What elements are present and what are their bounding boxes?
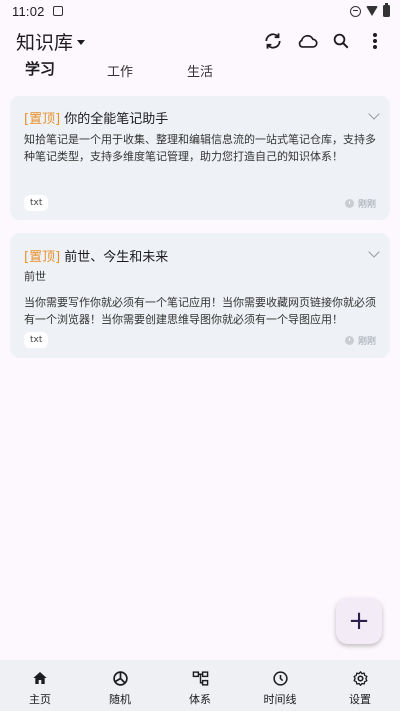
- nav-label: 随机: [109, 693, 131, 706]
- sync-button[interactable]: [262, 30, 284, 52]
- random-icon: [110, 668, 130, 688]
- note-time: 刚刚: [344, 197, 376, 210]
- status-bar: 11:02: [0, 0, 400, 22]
- nav-item-home[interactable]: 主页: [0, 660, 80, 711]
- status-time: 11:02: [12, 3, 45, 19]
- note-title: 前世、今生和未来: [64, 250, 169, 265]
- do-not-disturb-icon: [350, 5, 361, 17]
- app-bar: 知识库: [0, 26, 400, 56]
- note-title-row: [置顶] 前世、今生和未来: [24, 246, 168, 265]
- note-time-label: 刚刚: [357, 337, 376, 347]
- timeline-icon: [270, 668, 290, 688]
- cloud-icon: [298, 34, 318, 48]
- cloud-button[interactable]: [296, 30, 318, 52]
- note-card[interactable]: [置顶] 前世、今生和未来 前世 当你需要写作你就必须有一个笔记应用！当你需要收…: [10, 233, 390, 358]
- note-time-label: 刚刚: [357, 200, 376, 210]
- category-tabs: 学习 工作 生活: [0, 58, 400, 82]
- status-icons: [350, 3, 390, 17]
- library-title[interactable]: 知识库: [16, 28, 73, 55]
- tab-study[interactable]: 学习: [25, 58, 55, 79]
- note-title-row: [置顶] 你的全能笔记助手: [24, 108, 168, 127]
- nav-item-timeline[interactable]: 时间线: [240, 660, 320, 711]
- nav-item-random[interactable]: 随机: [80, 660, 160, 711]
- note-body: 知拾笔记是一个用于收集、整理和编辑信息流的一站式笔记仓库，支持多种笔记类型，支持…: [24, 133, 376, 163]
- add-note-button[interactable]: +: [336, 598, 382, 644]
- note-time: 刚刚: [344, 334, 376, 347]
- pin-badge: [置顶]: [24, 250, 61, 265]
- library-dropdown-icon[interactable]: [77, 39, 86, 45]
- note-card[interactable]: [置顶] 你的全能笔记助手 知拾笔记是一个用于收集、整理和编辑信息流的一站式笔记…: [10, 96, 390, 220]
- search-icon: [333, 33, 349, 49]
- nav-label: 时间线: [263, 693, 297, 706]
- expand-chevron-icon[interactable]: [368, 108, 380, 120]
- pin-badge: [置顶]: [24, 112, 61, 127]
- search-button[interactable]: [330, 30, 352, 52]
- more-button[interactable]: [364, 30, 386, 52]
- sync-icon: [265, 33, 281, 49]
- battery-icon: [383, 3, 390, 17]
- nav-item-hierarchy[interactable]: 体系: [160, 660, 240, 711]
- more-vert-icon: [373, 33, 377, 49]
- note-subtitle: 前世: [24, 270, 46, 283]
- wifi-icon: [366, 6, 378, 16]
- home-icon: [30, 668, 50, 688]
- note-title: 你的全能笔记助手: [64, 112, 169, 127]
- tab-life[interactable]: 生活: [187, 61, 213, 80]
- tab-work[interactable]: 工作: [107, 61, 133, 80]
- clock-icon: [344, 199, 354, 208]
- nav-label: 设置: [349, 693, 371, 706]
- nav-label: 体系: [189, 693, 211, 706]
- note-body: 当你需要写作你就必须有一个笔记应用！当你需要收藏网页链接你就必须有一个浏览器！当…: [24, 296, 376, 326]
- notification-icon: [52, 6, 63, 16]
- hierarchy-icon: [190, 668, 210, 688]
- note-type-tag[interactable]: txt: [24, 195, 49, 211]
- nav-label: 主页: [29, 693, 51, 706]
- settings-icon: [350, 668, 370, 688]
- clock-icon: [344, 336, 354, 345]
- note-type-tag[interactable]: txt: [24, 332, 49, 348]
- bottom-nav: 主页 随机 体系 时间线 设置: [0, 660, 400, 711]
- nav-item-settings[interactable]: 设置: [320, 660, 400, 711]
- app-bar-actions: [262, 30, 386, 52]
- expand-chevron-icon[interactable]: [368, 246, 380, 258]
